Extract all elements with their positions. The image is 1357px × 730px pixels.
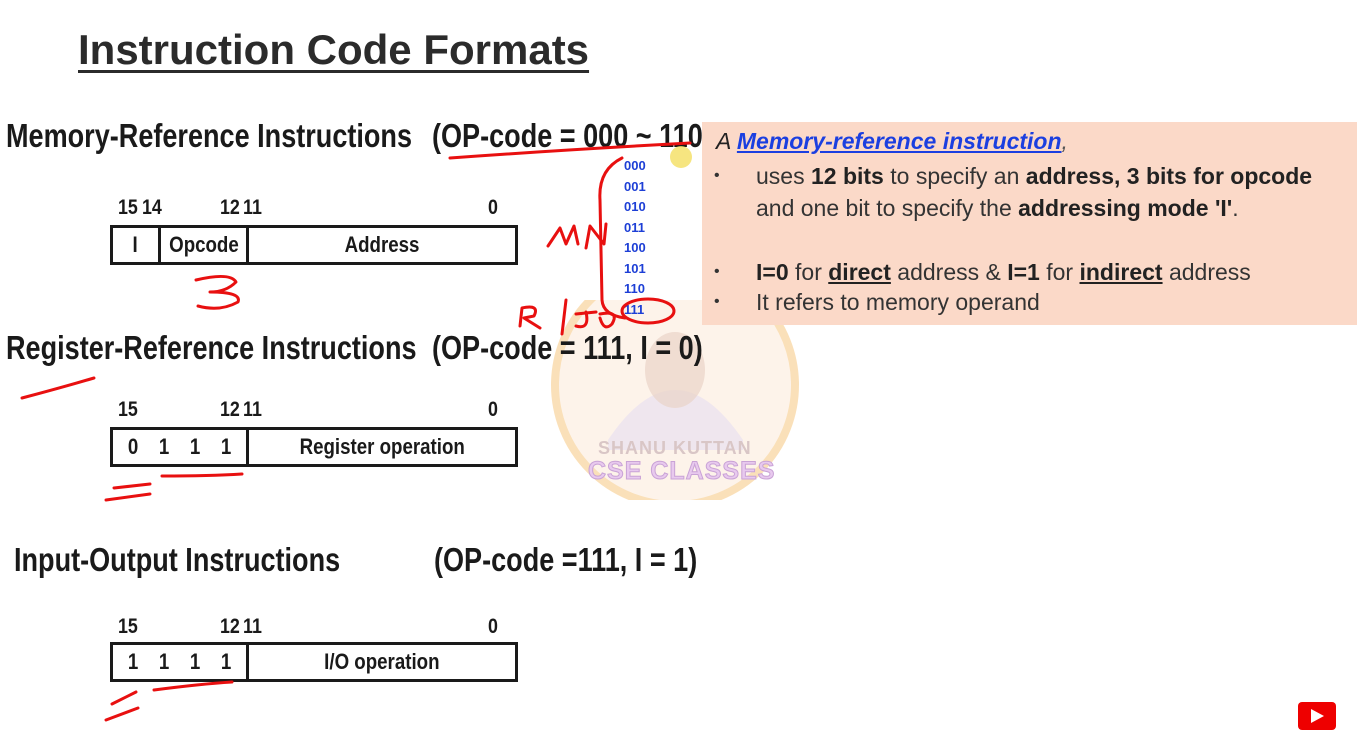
r-scribble: [518, 305, 542, 330]
register-dash: [20, 376, 96, 400]
ink-annotations: [20, 141, 692, 722]
register-equals: [104, 482, 152, 502]
io-equals: [104, 690, 140, 722]
play-video-icon[interactable]: [1298, 702, 1336, 730]
divider-scribble: [560, 298, 568, 336]
three-scribble: [194, 275, 240, 310]
opcode-underline: [448, 141, 692, 160]
mri-scribble: [546, 222, 608, 250]
code-111-circle: [620, 297, 676, 325]
cursor-highlight: [670, 146, 692, 168]
register-bits-underline: [160, 472, 244, 478]
io-bits-underline: [152, 680, 234, 692]
io-scribble: [574, 310, 616, 329]
